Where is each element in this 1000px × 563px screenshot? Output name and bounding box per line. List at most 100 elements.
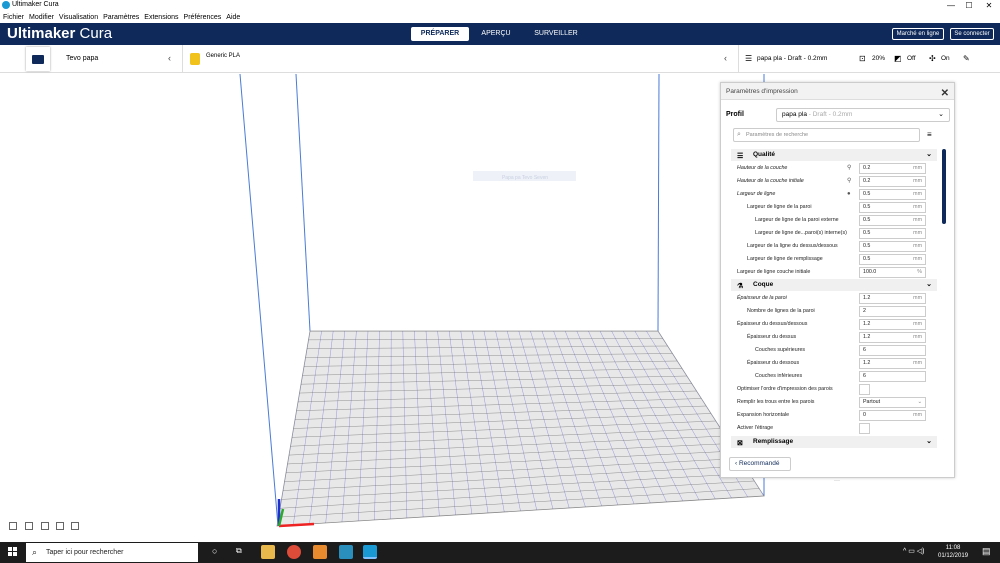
setting-value-field[interactable]: 1.2 mm (859, 332, 926, 343)
menu-modifier[interactable]: Modifier (29, 14, 54, 21)
infill-icon: ⊡ (859, 54, 866, 63)
setting-checkbox[interactable] (859, 384, 870, 395)
menu-fichier[interactable]: Fichier (3, 14, 24, 21)
profile-label: Profil (726, 111, 744, 118)
taskbar-clock[interactable]: 11:08 01/12/2019 (938, 544, 968, 560)
setting-unit: mm (913, 230, 922, 236)
printer-selector[interactable]: Tevo papa (66, 55, 98, 62)
setting-unit: mm (913, 321, 922, 327)
close-icon[interactable]: ✕ (941, 85, 949, 102)
recommended-button[interactable]: ‹ Recommandé (729, 457, 791, 471)
category-coque[interactable]: ⚗ Coque ⌄ (731, 279, 937, 291)
view-front-icon[interactable] (25, 522, 33, 530)
menu-visualisation[interactable]: Visualisation (59, 14, 98, 21)
settings-scrollbar[interactable] (942, 149, 946, 224)
edit-pencil-icon[interactable]: ✎ (963, 54, 970, 63)
tab-surveiller[interactable]: SURVEILLER (523, 27, 589, 41)
chevron-down-icon: ⌄ (917, 399, 922, 405)
setting-value-field[interactable]: 0.2 mm (859, 163, 926, 174)
setting-value-field[interactable]: 0.5 mm (859, 215, 926, 226)
tab-apercu[interactable]: APERÇU (469, 27, 523, 41)
marketplace-button[interactable]: Marché en ligne (892, 28, 944, 40)
material-selector[interactable]: Generic PLA (206, 53, 240, 59)
setting-value: 1.2 (863, 360, 871, 366)
info-icon[interactable]: ● (847, 188, 851, 201)
notification-icon[interactable]: ▤ (982, 546, 991, 557)
window-title: Ultimaker Cura (12, 1, 59, 8)
view-right-icon[interactable] (71, 522, 79, 530)
menu-parametres[interactable]: Paramètres (103, 14, 139, 21)
open-file-button[interactable] (26, 47, 50, 71)
view-left-icon[interactable] (56, 522, 64, 530)
menu-aide[interactable]: Aide (226, 14, 240, 21)
setting-value: 0.5 (863, 243, 871, 249)
setting-unit: mm (913, 243, 922, 249)
taskbar-search-input[interactable]: ⌕ Taper ici pour rechercher (26, 543, 198, 562)
chrome-icon[interactable] (287, 545, 301, 559)
setting-value: 1.2 (863, 334, 871, 340)
setting-unit: mm (913, 334, 922, 340)
settings-search-input[interactable]: ⌕ Paramètres de recherche (733, 128, 920, 142)
fusion-app-icon[interactable] (313, 545, 327, 559)
chevron-left-icon[interactable]: ‹ (168, 53, 171, 63)
setting-value-field[interactable]: 1.2 mm (859, 358, 926, 369)
profile-dropdown[interactable]: papa pla - Draft - 0.2mm ⌄ (776, 108, 950, 122)
chevron-left-icon[interactable]: ‹ (724, 53, 727, 63)
setting-value: 0.5 (863, 230, 871, 236)
settings-list: ☰ Qualité ⌄ ⚗ Coque ⌄ ⊠ Remplissage ⌄ Ha… (731, 149, 939, 451)
setting-value-field[interactable]: 0.5 mm (859, 254, 926, 265)
task-view-icon[interactable]: ⧉ (236, 546, 242, 556)
setting-label: Hauteur de la couche initiale (737, 178, 804, 184)
setting-value: 100.0 (863, 269, 877, 275)
menu-extensions[interactable]: Extensions (144, 14, 178, 21)
infill-value: 20% (872, 55, 886, 62)
setting-value-field[interactable]: 2 (859, 306, 926, 317)
setting-checkbox[interactable] (859, 423, 870, 434)
setting-value-field[interactable]: 1.2 mm (859, 319, 926, 330)
settings-visibility-menu-icon[interactable]: ≡ (927, 130, 932, 139)
close-window-button[interactable]: ✕ (982, 0, 996, 11)
file-explorer-icon[interactable] (261, 545, 275, 559)
setting-unit: mm (913, 178, 922, 184)
setting-value-field[interactable]: 0.5 mm (859, 189, 926, 200)
setting-label: Épaisseur du dessus/dessous (737, 321, 808, 327)
print-settings-summary[interactable]: ☰ papa pla - Draft - 0.2mm ⊡ 20% ◩ Off ✣… (738, 45, 978, 73)
maximize-button[interactable]: ☐ (962, 0, 976, 11)
sketchup-icon[interactable] (339, 545, 353, 559)
linked-setting-icon[interactable]: ⚲ (847, 175, 851, 188)
panel-header: Paramètres d'impression ✕ (721, 83, 954, 100)
setting-row: Activer l'étirage (731, 422, 937, 435)
menu-preferences[interactable]: Préférences (184, 14, 222, 21)
cortana-icon[interactable]: ○ (212, 546, 217, 556)
setting-value-field[interactable]: 6 (859, 345, 926, 356)
cura-taskbar-icon[interactable] (363, 545, 377, 559)
view-3d-icon[interactable] (9, 522, 17, 530)
setting-value-field[interactable]: 0.5 mm (859, 228, 926, 239)
setting-value-field[interactable]: 0.2 mm (859, 176, 926, 187)
panel-resize-grip[interactable]: ··· (834, 478, 840, 484)
setting-label: Largeur de ligne couche initiale (737, 269, 811, 275)
category-remplissage[interactable]: ⊠ Remplissage ⌄ (731, 436, 937, 448)
setting-value-field[interactable]: 0.5 mm (859, 241, 926, 252)
setting-label: Nombre de lignes de la paroi (747, 308, 815, 314)
infill-icon: ⊠ (737, 440, 743, 447)
setting-label: Optimiser l'ordre d'impression des paroi… (737, 386, 833, 392)
adhesion-icon: ✣ (929, 54, 936, 63)
system-tray-icons[interactable]: ^ ▭ ◁) (903, 547, 925, 555)
category-qualite[interactable]: ☰ Qualité ⌄ (731, 149, 937, 161)
stage-toolbar: Tevo papa ‹ Generic PLA ‹ ☰ papa pla - D… (0, 45, 1000, 73)
setting-value-field[interactable]: 0 mm (859, 410, 926, 421)
setting-value-field[interactable]: 100.0% (859, 267, 926, 278)
minimize-button[interactable]: — (944, 0, 958, 11)
setting-value-field[interactable]: 6 (859, 371, 926, 382)
tab-preparer[interactable]: PRÉPARER (411, 27, 469, 41)
setting-value-field[interactable]: 1.2 mm (859, 293, 926, 304)
signin-button[interactable]: Se connecter (950, 28, 994, 40)
setting-label: Largeur de ligne de...paroi(s) interne(s… (755, 230, 847, 236)
linked-setting-icon[interactable]: ⚲ (847, 162, 851, 175)
windows-start-icon[interactable] (8, 547, 18, 557)
setting-value-field[interactable]: 0.5 mm (859, 202, 926, 213)
setting-dropdown[interactable]: Partout ⌄ (859, 397, 926, 408)
view-top-icon[interactable] (41, 522, 49, 530)
volume-edge (295, 73, 311, 332)
